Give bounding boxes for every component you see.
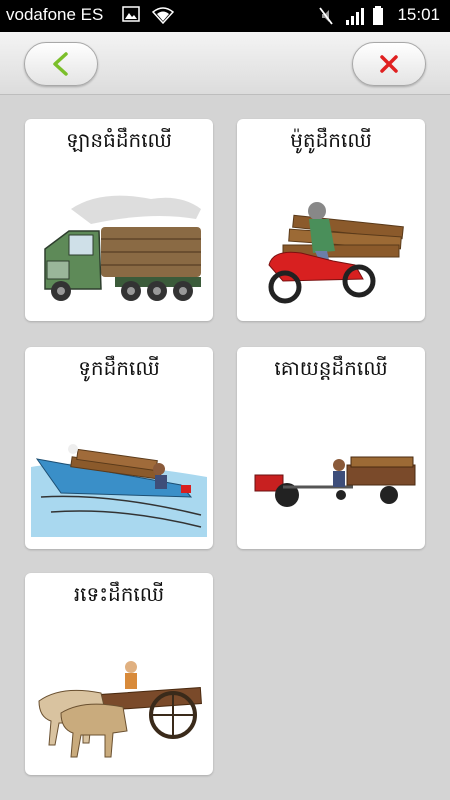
clock: 15:01	[397, 5, 440, 24]
back-button[interactable]	[24, 42, 98, 86]
status-bar: vodafone ES 15:01	[0, 0, 450, 32]
boat-timber-icon	[31, 444, 207, 537]
card-tractor-timber[interactable]: គោយន្តដឹកឈើ	[237, 347, 425, 549]
ox-cart-timber-icon	[38, 661, 202, 758]
card-ox-cart-timber[interactable]: រទេះដឹកឈើ	[25, 573, 213, 775]
chevron-left-icon	[53, 52, 68, 76]
card-label: ឡានធំដឹកឈើ	[66, 128, 172, 152]
image-notification-icon	[122, 6, 140, 22]
carrier-name: vodafone ES	[6, 5, 104, 24]
card-label: គោយន្តដឹកឈើ	[274, 356, 388, 380]
motorbike-timber-icon	[268, 202, 404, 304]
wifi-icon	[152, 7, 174, 24]
tractor-timber-icon	[254, 456, 416, 507]
close-button[interactable]	[352, 42, 426, 86]
close-x-icon	[380, 55, 398, 73]
logging-truck-icon	[44, 195, 201, 301]
signal-icon	[346, 8, 364, 25]
mute-icon	[319, 7, 333, 25]
battery-icon	[373, 6, 383, 25]
card-boat-timber[interactable]: ទូកដឹកឈើ	[25, 347, 213, 549]
card-label: ទូកដឹកឈើ	[78, 356, 160, 380]
card-label: ម៉ូតូដឹកឈើ	[290, 128, 372, 152]
card-motorbike-timber[interactable]: ម៉ូតូដឹកឈើ	[237, 119, 425, 321]
card-logging-truck[interactable]: ឡានធំដឹកឈើ	[25, 119, 213, 321]
toolbar	[0, 32, 450, 95]
card-label: រទេះដឹកឈើ	[73, 582, 165, 606]
